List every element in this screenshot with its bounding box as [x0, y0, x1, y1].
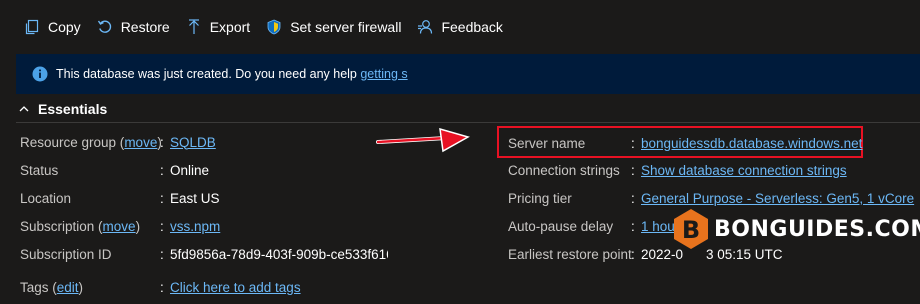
tags-label-text: Tags ( [20, 279, 57, 295]
command-bar: Copy Restore Export Set server firewall … [0, 0, 920, 54]
copy-icon [25, 19, 39, 35]
resource-group-move-link[interactable]: move [124, 135, 157, 150]
pricing-tier-link[interactable]: General Purpose - Serverless: Gen5, 1 vC… [641, 188, 914, 208]
chevron-up-icon [19, 106, 29, 112]
resource-group-row: Resource group (move) [20, 132, 162, 152]
separator: : [631, 135, 635, 151]
subscription-close: ) [135, 218, 141, 234]
subscription-value-link[interactable]: vss.npm [170, 216, 220, 236]
watermark-logo-letter: B [682, 216, 700, 244]
separator: : [160, 218, 164, 234]
separator: : [631, 162, 635, 178]
subscription-label: Subscription (move) [20, 219, 140, 234]
separator: : [631, 246, 635, 262]
resource-group-label-text: Resource group ( [20, 134, 125, 150]
status-label: Status [20, 162, 59, 178]
connection-strings-label: Connection strings [508, 162, 620, 178]
resource-group-value-link[interactable]: SQLDB [170, 132, 216, 152]
restore-label: Restore [120, 19, 170, 35]
feedback-label: Feedback [441, 19, 503, 35]
shield-icon [267, 19, 281, 35]
separator: : [160, 134, 164, 150]
subscription-id-value: 5fd9856a-78d9-403f-909b-ce533f616 [170, 246, 388, 262]
location-label: Location [20, 190, 72, 206]
tags-close: ) [78, 279, 84, 295]
watermark-text: BONGUIDES.COM [714, 216, 920, 242]
info-icon [32, 66, 48, 82]
separator: : [160, 279, 164, 295]
status-value: Online [170, 162, 210, 178]
banner-message: This database was just created. Do you n… [56, 67, 361, 81]
export-icon [188, 19, 199, 34]
export-label: Export [209, 19, 251, 35]
earliest-restore-point-label: Earliest restore point [508, 246, 632, 262]
essentials-divider [16, 122, 920, 123]
copy-button[interactable]: Copy [24, 19, 81, 35]
location-value: East US [170, 190, 220, 206]
bonguides-watermark: B BONGUIDES.COM [672, 208, 920, 250]
set-server-firewall-button[interactable]: Set server firewall [266, 19, 401, 35]
restore-button[interactable]: Restore [97, 19, 170, 35]
banner-text: This database was just created. Do you n… [56, 67, 408, 81]
annotation-arrow [376, 127, 470, 153]
separator: : [160, 246, 164, 262]
separator: : [160, 190, 164, 206]
copy-label: Copy [48, 19, 81, 35]
feedback-button[interactable]: Feedback [417, 19, 503, 35]
tags-edit-link[interactable]: edit [57, 280, 79, 295]
tags-label: Tags (edit) [20, 280, 83, 295]
separator: : [631, 218, 635, 234]
tags-row: Tags (edit) [20, 277, 83, 297]
auto-pause-delay-link[interactable]: 1 hou [641, 216, 675, 236]
info-banner: This database was just created. Do you n… [16, 54, 920, 94]
essentials-title: Essentials [38, 101, 108, 117]
bonguides-logo: B [674, 209, 708, 249]
connection-strings-link[interactable]: Show database connection strings [641, 160, 847, 180]
resource-group-label: Resource group (move) [20, 135, 162, 150]
server-name-value-link[interactable]: bonguidessdb.database.windows.net [641, 133, 862, 153]
export-button[interactable]: Export [186, 19, 250, 35]
essentials-toggle[interactable]: Essentials [18, 101, 107, 117]
separator: : [160, 162, 164, 178]
separator: : [631, 190, 635, 206]
restore-icon [97, 20, 111, 33]
auto-pause-delay-label: Auto-pause delay [508, 218, 614, 234]
getting-started-link[interactable]: getting s [360, 67, 407, 81]
subscription-id-label: Subscription ID [20, 246, 112, 262]
add-tags-link[interactable]: Click here to add tags [170, 277, 301, 297]
server-name-label: Server name [508, 135, 586, 151]
feedback-icon [418, 20, 433, 34]
subscription-label-text: Subscription ( [20, 218, 103, 234]
subscription-row: Subscription (move) [20, 216, 140, 236]
subscription-move-link[interactable]: move [103, 219, 136, 234]
set-server-firewall-label: Set server firewall [290, 19, 402, 35]
subscription-id-clip: 5fd9856a-78d9-403f-909b-ce533f616 [170, 244, 388, 264]
pricing-tier-label: Pricing tier [508, 190, 572, 206]
